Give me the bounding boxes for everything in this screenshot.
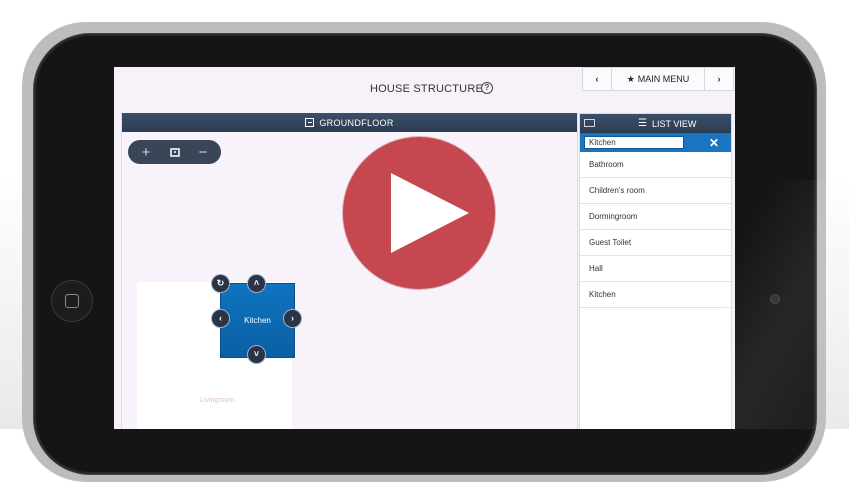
list-view-title-wrap: ☰ LIST VIEW xyxy=(638,118,696,129)
list-item[interactable]: Children's room xyxy=(580,178,731,204)
floorplan-title: GROUNDFLOOR xyxy=(319,117,394,128)
room-kitchen-label: Kitchen xyxy=(244,316,271,325)
search-row: ✕ xyxy=(580,133,731,152)
move-up-button[interactable]: ˄ xyxy=(247,274,266,293)
move-right-button[interactable]: › xyxy=(283,309,302,328)
rotate-room-button[interactable]: ↻ xyxy=(211,274,230,293)
room-livingroom-label: Livingroom xyxy=(200,397,235,404)
list-item[interactable]: Guest Toilet xyxy=(580,230,731,256)
prev-button[interactable]: ‹ xyxy=(583,68,612,90)
home-square-icon xyxy=(65,294,79,308)
floorplan-panel: GROUNDFLOOR + − Livingroom Kitchen ↻ ˄ ‹… xyxy=(121,113,578,429)
move-down-button[interactable]: ˅ xyxy=(247,345,266,364)
list-view-panel: ☰ LIST VIEW ✕ Bathroom Children's room D… xyxy=(579,113,732,429)
question-circle-icon[interactable]: ? xyxy=(481,82,493,94)
tag-icon[interactable] xyxy=(584,119,595,127)
tablet-home-button[interactable] xyxy=(51,280,93,322)
floorplan-icon xyxy=(305,118,315,127)
room-search-input[interactable] xyxy=(584,136,684,149)
list-icon: ☰ xyxy=(638,118,647,129)
floorplan-header: GROUNDFLOOR xyxy=(122,113,577,132)
main-menu-button[interactable]: ★ MAIN MENU xyxy=(612,68,705,90)
fit-screen-icon[interactable] xyxy=(169,147,180,157)
list-item[interactable]: Hall xyxy=(580,256,731,282)
next-button[interactable]: › xyxy=(705,68,733,90)
room-list: Bathroom Children's room Dormingroom Gue… xyxy=(580,152,731,308)
zoom-toolbar: + − xyxy=(128,140,221,164)
list-view-title: LIST VIEW xyxy=(651,118,697,129)
top-navigation: ‹ ★ MAIN MENU › xyxy=(582,67,734,91)
page-title: HOUSE STRUCTURE xyxy=(370,83,484,95)
zoom-out-button[interactable]: − xyxy=(199,145,208,160)
tablet-camera xyxy=(770,294,780,304)
list-item[interactable]: Dormingroom xyxy=(580,204,731,230)
zoom-in-button[interactable]: + xyxy=(142,145,151,160)
main-menu-label: MAIN MENU xyxy=(637,74,690,84)
star-icon: ★ xyxy=(626,73,635,84)
clear-search-icon[interactable]: ✕ xyxy=(709,136,719,150)
list-item[interactable]: Kitchen xyxy=(580,282,731,308)
video-play-icon[interactable] xyxy=(343,137,495,289)
list-item[interactable]: Bathroom xyxy=(580,152,731,178)
move-left-button[interactable]: ‹ xyxy=(211,309,230,328)
list-view-header: ☰ LIST VIEW xyxy=(580,114,731,133)
